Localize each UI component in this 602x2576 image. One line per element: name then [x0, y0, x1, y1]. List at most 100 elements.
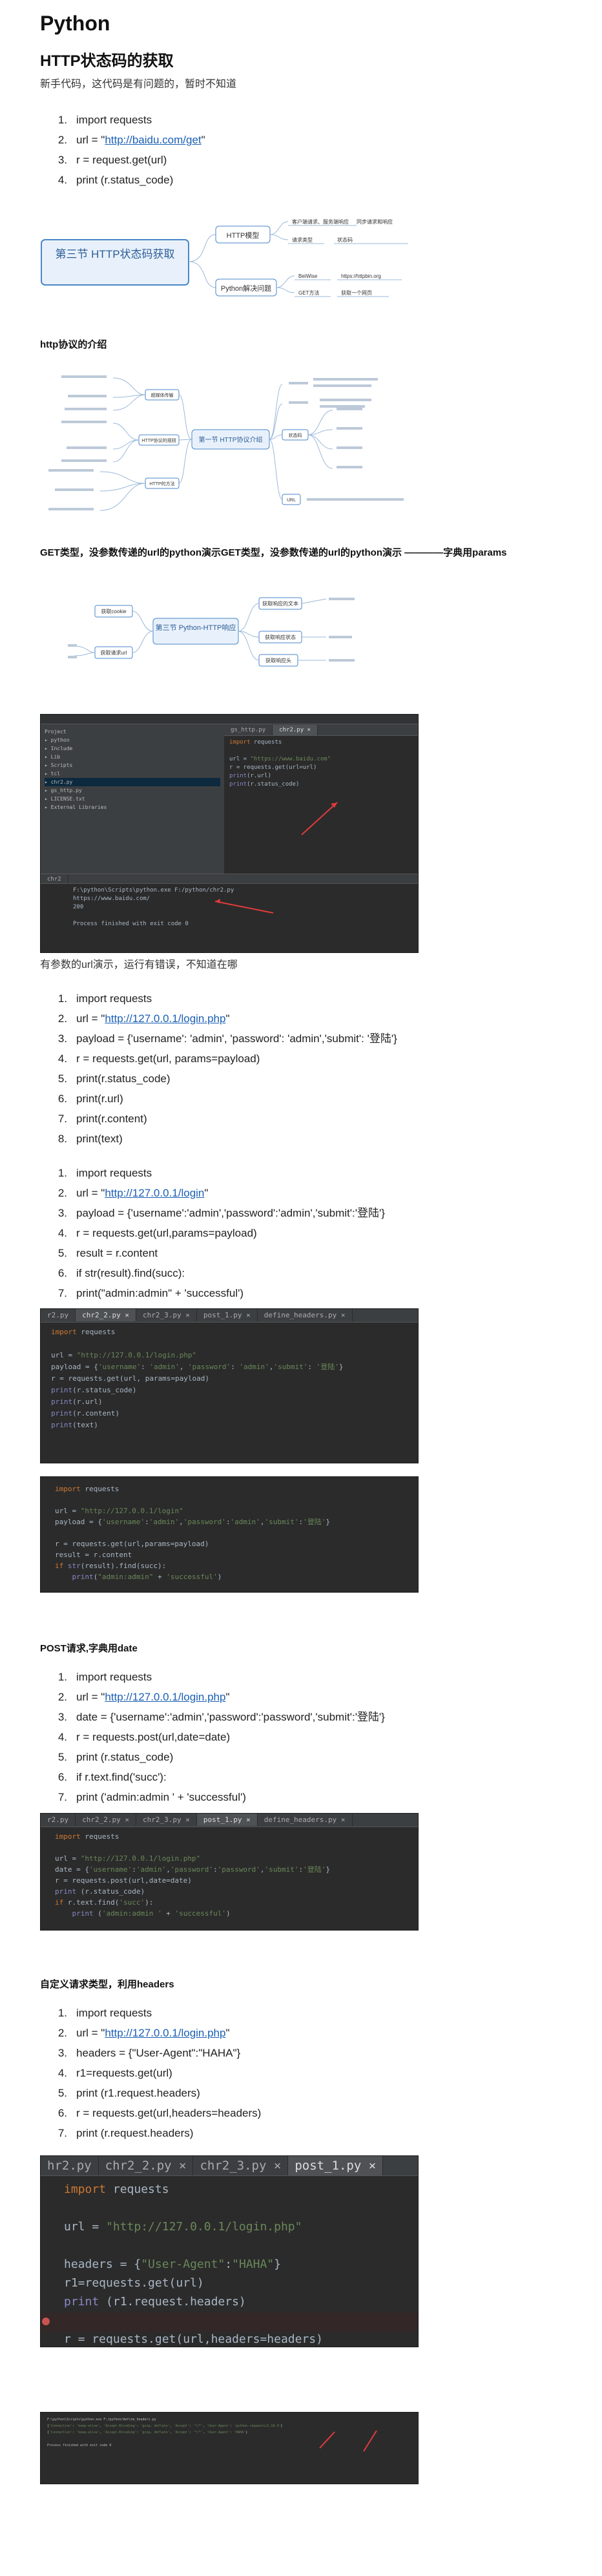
list-text: payload = {'username':'admin','password'… [76, 1207, 385, 1219]
project-tree-item[interactable]: ▸ External Libraries [45, 803, 220, 812]
list-item: 5. print (r.status_code) [40, 1747, 385, 1767]
section-heading-post: POST请求,字典用date [40, 1643, 138, 1654]
editor-tab[interactable]: chr2_3.py × [136, 1814, 197, 1826]
list-number: 4. [57, 1227, 67, 1239]
code-list-1: 1. import requests 2. url = "http://baidu.c… [40, 110, 205, 190]
list-item: 5. print (r1.request.headers) [40, 2083, 261, 2103]
editor-tab[interactable]: chr2_2.py × [76, 1309, 136, 1321]
project-tree-item[interactable]: ▸ Lib [45, 753, 220, 761]
list-number: 3. [57, 2047, 67, 2059]
list-text: print("admin:admin" + 'successful') [76, 1287, 244, 1299]
url-link[interactable]: http://127.0.0.1/login.php [105, 1012, 225, 1025]
list-text: payload = {'username': 'admin', 'passwor… [76, 1032, 397, 1045]
editor-tab[interactable]: chr2.py × [273, 725, 318, 735]
code-line: url = "http://127.0.0.1/login.php" [64, 2220, 302, 2234]
code-line: url = "http://127.0.0.1/login.php" [55, 1854, 201, 1863]
editor-tab[interactable]: chr2_3.py × [193, 2156, 289, 2175]
list-text: print(r.url) [76, 1093, 123, 1105]
mindmap3-branch-label: 获取请求url [101, 649, 127, 656]
code-line: headers = {"User-Agent":"HAHA"} [64, 2257, 281, 2271]
list-number: 2. [57, 2027, 67, 2039]
list-item: 4. r = requests.post(url,date=date) [40, 1727, 385, 1747]
project-tree-item[interactable]: ▸ gs_http.py [45, 786, 220, 795]
project-tree-item[interactable]: ▸ python [45, 736, 220, 744]
list-text: " [225, 1012, 230, 1025]
editor-tab[interactable]: r2.py [41, 1814, 76, 1826]
ide-screenshot-2: r2.py chr2_2.py × chr2_3.py × post_1.py × de… [40, 1308, 419, 1463]
run-console: chr2 F:\python\Scripts\python.exe F:/pyt… [41, 874, 418, 952]
list-number: 4. [57, 2067, 67, 2079]
mindmap1-leaf: 同步请求和响应 [357, 218, 393, 225]
editor-tab[interactable]: define_headers.py × [258, 1309, 353, 1321]
list-number: 8. [57, 1133, 67, 1145]
project-tree-item[interactable]: Project [45, 728, 220, 736]
mindmap3-branch-label: 获取cookie [101, 608, 127, 614]
ide-screenshot-5: hr2.py chr2_2.py × chr2_3.py × post_1.py × … [40, 2155, 419, 2347]
list-number: 3. [57, 1711, 67, 1723]
list-item: 2. url = "http://127.0.0.1/login.php" [40, 1009, 397, 1029]
mindmap1-leaf: BeiWise [298, 273, 318, 279]
url-link[interactable]: http://127.0.0.1/login.php [105, 2027, 225, 2039]
list-number: 3. [57, 154, 67, 166]
project-tree-item[interactable]: ▸ chr2.py [45, 778, 220, 786]
project-tree-item[interactable]: ▸ LICENSE.txt [45, 795, 220, 803]
code-line: date = {'username':'admin','password':'p… [55, 1865, 331, 1874]
code-line: if r.text.find('succ'): [55, 1898, 154, 1907]
editor-tab[interactable]: r2.py [41, 1309, 76, 1321]
list-text: r = request.get(url) [76, 154, 167, 166]
mindmap1-leaf: 请求类型 [292, 236, 313, 243]
editor-tab[interactable]: post_1.py × [196, 1814, 258, 1826]
list-text: date = {'username':'admin','password':'p… [76, 1711, 385, 1723]
project-tree-item[interactable]: ▸ Scripts [45, 761, 220, 770]
list-text: url = " [76, 1691, 105, 1703]
editor-tab[interactable]: gs_http.py [224, 725, 273, 735]
mindmap2-branch-label: URL [287, 498, 296, 503]
list-number: 7. [57, 1113, 67, 1125]
list-text: print(r.content) [76, 1113, 147, 1125]
project-tree-item[interactable]: ▸ Include [45, 744, 220, 753]
url-link[interactable]: http://127.0.0.1/login.php [105, 1691, 225, 1703]
project-tree-item[interactable]: ▸ tcl [45, 770, 220, 778]
editor-tab[interactable]: chr2_2.py × [99, 2156, 194, 2175]
mindmap2-center-label: 第一节 HTTP协议介绍 [199, 435, 263, 444]
url-link[interactable]: http://127.0.0.1/login [105, 1187, 204, 1199]
mindmap1-leaf: 状态码 [337, 236, 353, 243]
editor-tab[interactable]: hr2.py [41, 2156, 99, 2175]
code-line: result = r.content [55, 1551, 132, 1559]
mindmap3-branch-label: 获取响应状态 [265, 634, 296, 640]
list-item: 3. payload = {'username': 'admin', 'passw… [40, 1029, 397, 1049]
editor-tab[interactable]: chr2_2.py × [76, 1814, 136, 1826]
editor-tab[interactable]: post_1.py × [288, 2156, 384, 2175]
list-item: 1. import requests [40, 1667, 385, 1687]
editor-tab[interactable]: chr2_3.py × [136, 1309, 197, 1321]
breakpoint-line-highlight [41, 2312, 418, 2332]
list-item: 1. import requests [40, 1163, 385, 1183]
mindmap1-leaf: 客户端请求、服务端响应 [292, 218, 349, 225]
list-number: 6. [57, 2107, 67, 2119]
code-line: print(r.url) [51, 1398, 103, 1406]
code-list-3: 1. import requests 2. url = "http://127.0.0… [40, 1163, 385, 1303]
code-line: import requests [229, 739, 282, 746]
list-text: if r.text.find('succ'): [76, 1771, 167, 1783]
breakpoint-icon[interactable] [42, 2318, 50, 2325]
list-item: 1. import requests [40, 2003, 261, 2023]
url-link[interactable]: http://baidu.com/get [105, 134, 201, 146]
list-text: print (r.status_code) [76, 174, 174, 186]
note-text: 有参数的url演示，运行有错误，不知道在哪 [40, 959, 238, 970]
list-text: url = " [76, 134, 105, 146]
ide-screenshot-4: r2.py chr2_2.py × chr2_3.py × post_1.py × de… [40, 1813, 419, 1931]
editor-tab[interactable]: post_1.py × [197, 1309, 258, 1321]
list-number: 2. [57, 134, 67, 146]
code-line: r = requests.post(url,date=date) [55, 1876, 192, 1885]
list-text: if str(result).find(succ): [76, 1267, 185, 1279]
list-item: 7. print("admin:admin" + 'successful') [40, 1283, 385, 1303]
list-text: r1=requests.get(url) [76, 2067, 172, 2079]
list-text: print (r.request.headers) [76, 2127, 194, 2139]
list-item: 3. headers = {"User-Agent":"HAHA"} [40, 2043, 261, 2063]
editor-tab[interactable]: define_headers.py × [258, 1814, 353, 1826]
list-number: 3. [57, 1032, 67, 1045]
list-text: print ('admin:admin ' + 'successful') [76, 1791, 246, 1803]
list-text: import requests [76, 1167, 152, 1179]
section-heading-headers: 自定义请求类型，利用headers [40, 1979, 174, 1990]
